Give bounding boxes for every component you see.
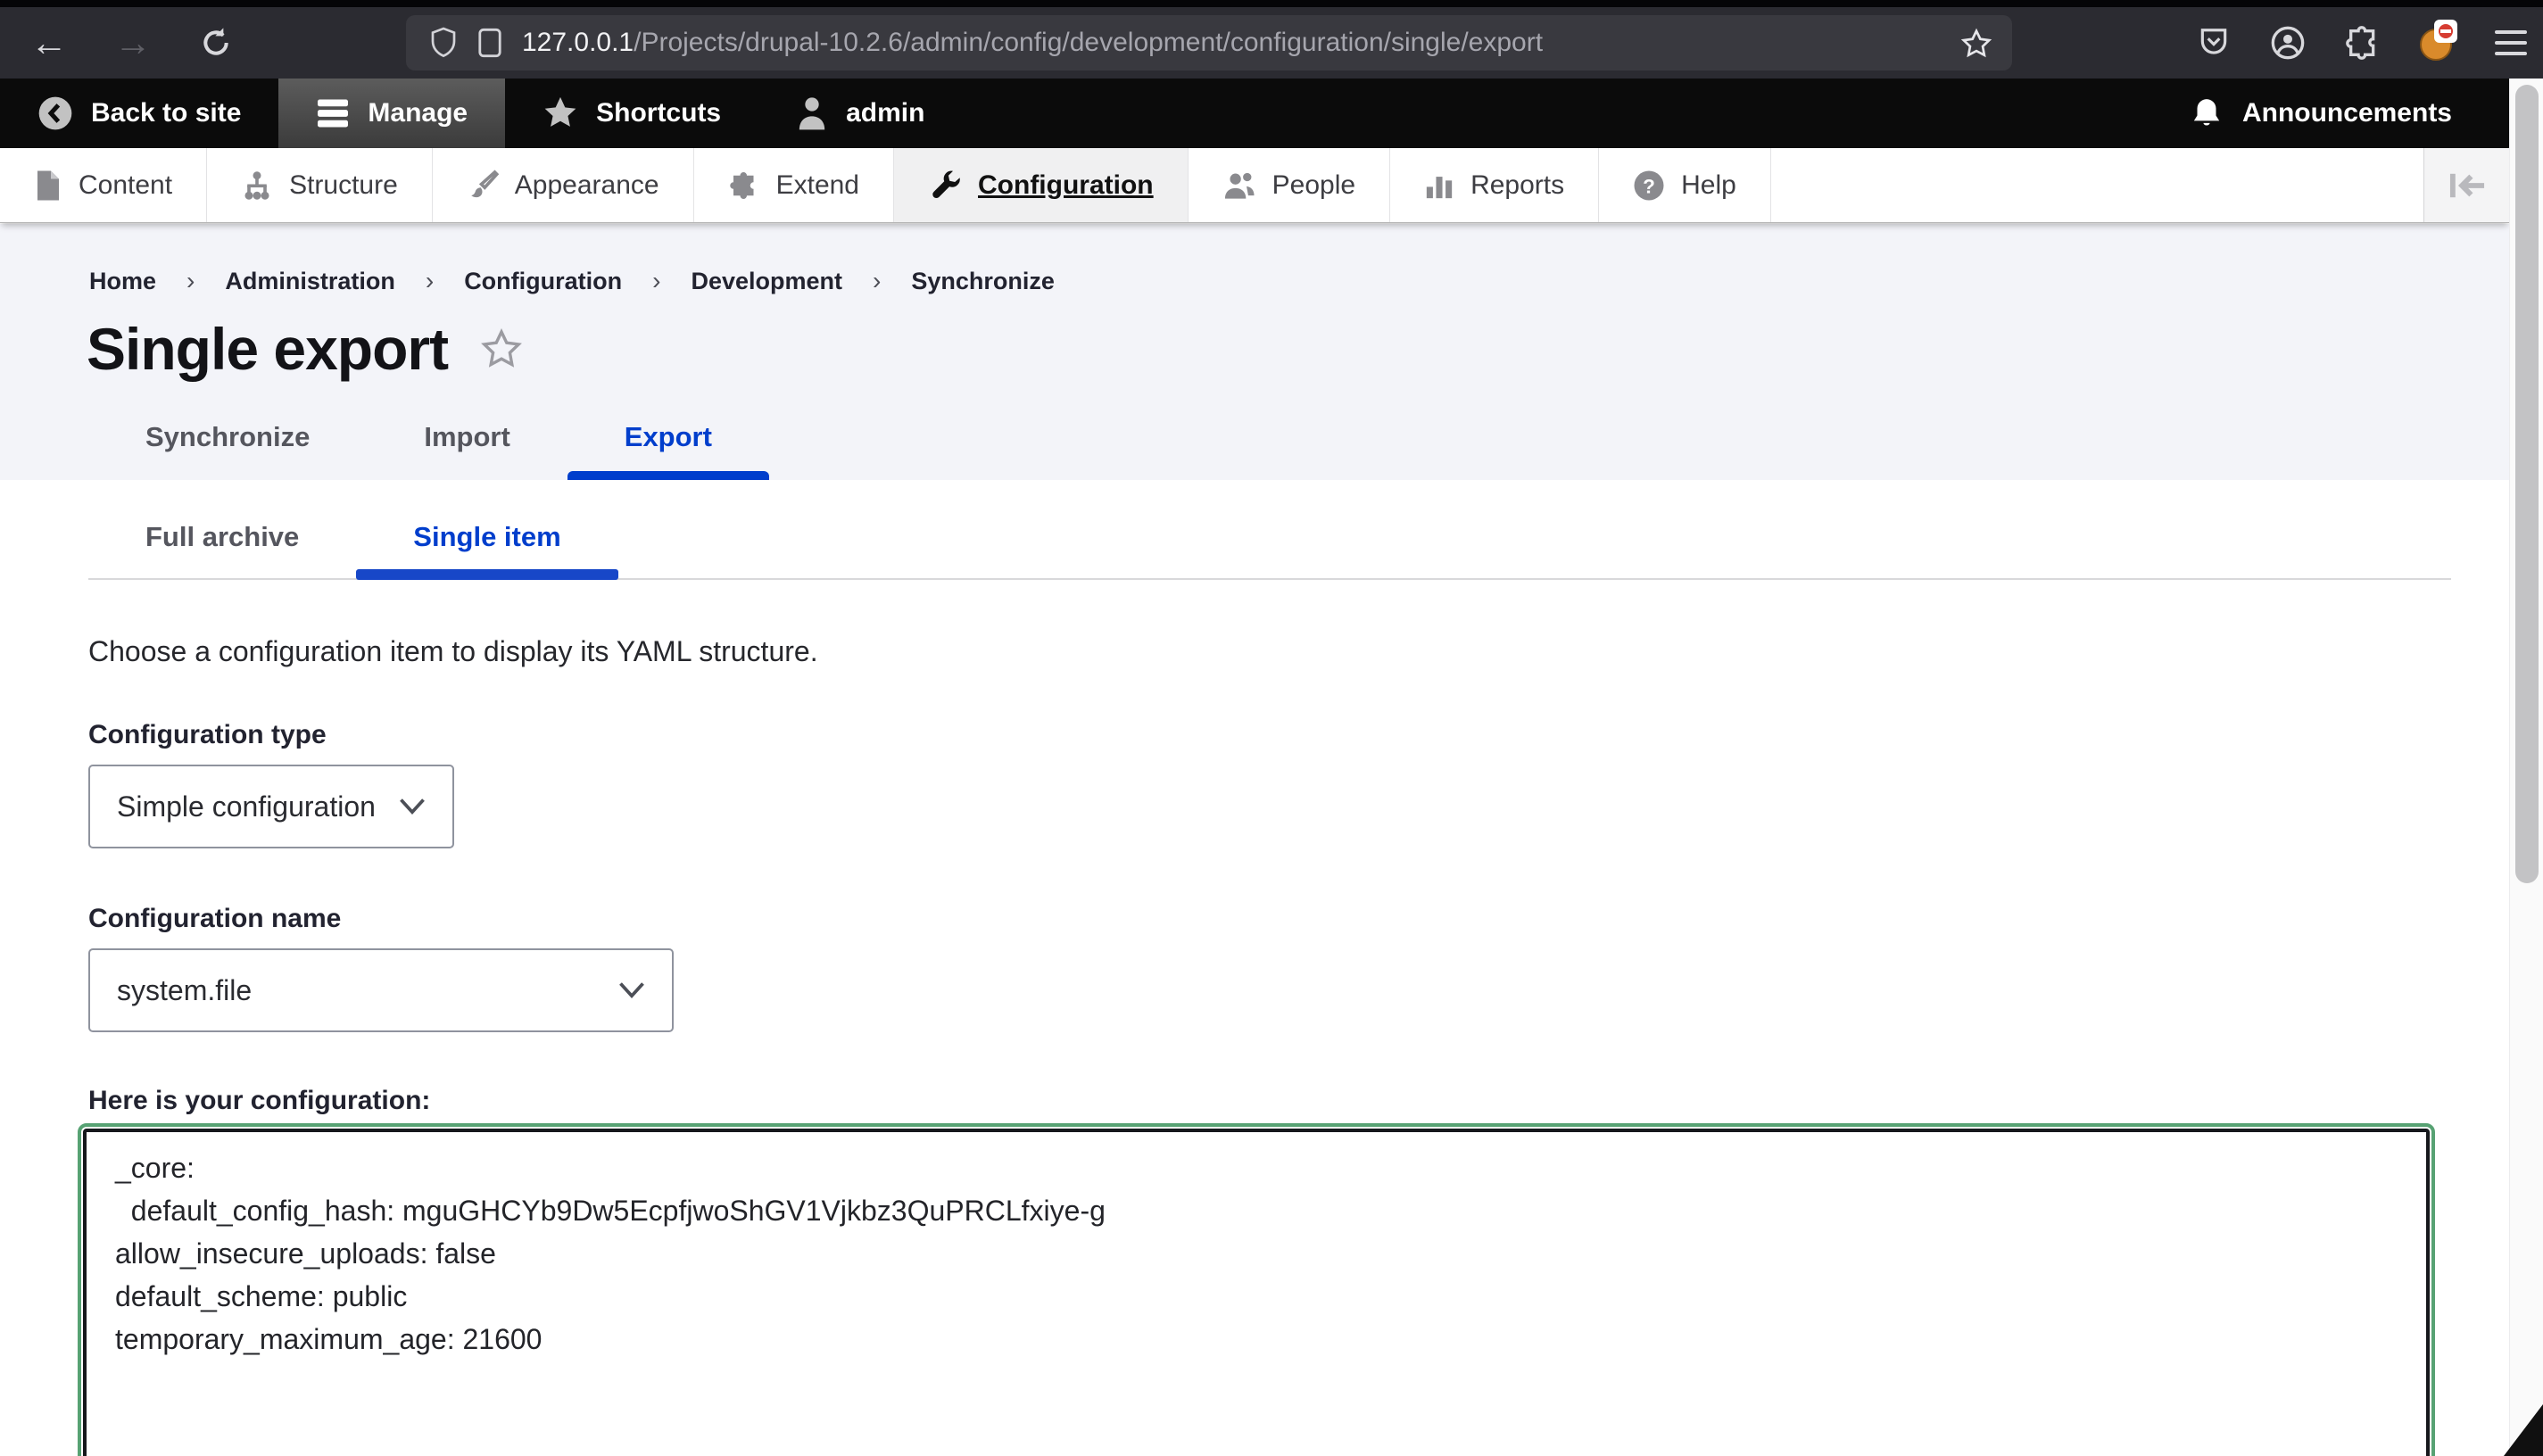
menu-label: Appearance <box>515 170 659 201</box>
browser-menu-icon[interactable] <box>2495 30 2527 55</box>
admin-user-button[interactable]: admin <box>758 79 962 148</box>
page-scrollbar[interactable] <box>2509 79 2543 1456</box>
config-type-label: Configuration type <box>88 720 2543 750</box>
extensions-puzzle-icon[interactable] <box>2345 25 2381 61</box>
announcements-label: Announcements <box>2242 98 2452 128</box>
address-bar[interactable]: 127.0.0.1/Projects/drupal-10.2.6/admin/c… <box>406 15 2012 70</box>
back-to-site-link[interactable]: Back to site <box>0 79 278 148</box>
browser-extension-icon[interactable] <box>2420 25 2456 61</box>
breadcrumb-link-development[interactable]: Development <box>691 268 842 295</box>
tab-synchronize[interactable]: Synchronize <box>88 421 367 480</box>
menu-item-people[interactable]: People <box>1189 148 1390 222</box>
svg-text:?: ? <box>1643 175 1655 197</box>
config-output-label: Here is your configuration: <box>88 1086 2543 1116</box>
tab-full-archive[interactable]: Full archive <box>88 480 356 578</box>
menu-item-appearance[interactable]: Appearance <box>433 148 694 222</box>
browser-back-button[interactable]: ← <box>30 24 68 62</box>
config-type-select[interactable]: Simple configuration <box>88 765 454 848</box>
breadcrumb-link-home[interactable]: Home <box>89 268 156 295</box>
bell-icon <box>2189 95 2224 131</box>
announcements-button[interactable]: Announcements <box>2151 79 2509 148</box>
menu-item-structure[interactable]: Structure <box>207 148 433 222</box>
menu-item-reports[interactable]: Reports <box>1390 148 1599 222</box>
pocket-save-icon[interactable] <box>2197 26 2231 60</box>
drupal-admin-menu: Content Structure Appearance Extend Conf… <box>0 148 2509 223</box>
url-path: /Projects/drupal-10.2.6/admin/config/dev… <box>634 28 1543 57</box>
tab-single-item[interactable]: Single item <box>356 480 617 578</box>
admin-user-label: admin <box>846 98 924 128</box>
menu-item-extend[interactable]: Extend <box>694 148 894 222</box>
breadcrumb-separator: › <box>186 267 195 295</box>
breadcrumb: Home › Administration › Configuration › … <box>0 224 2543 295</box>
menu-label: People <box>1272 170 1355 201</box>
secondary-tabs: Full archive Single item <box>88 480 2451 580</box>
main-content: Full archive Single item Choose a config… <box>0 480 2543 1456</box>
mouse-cursor <box>2504 1404 2543 1456</box>
page-header: Home › Administration › Configuration › … <box>0 224 2543 480</box>
tab-export[interactable]: Export <box>567 421 769 480</box>
menu-item-help[interactable]: ? Help <box>1599 148 1771 222</box>
manage-label: Manage <box>368 98 468 128</box>
menu-collapse-button[interactable] <box>2423 148 2509 222</box>
user-icon <box>796 95 828 131</box>
breadcrumb-link-administration[interactable]: Administration <box>225 268 395 295</box>
menu-label: Structure <box>289 170 398 201</box>
chevron-down-icon <box>618 981 645 999</box>
configuration-wrench-icon <box>928 169 962 203</box>
extend-puzzle-icon <box>728 170 760 202</box>
primary-tabs: Synchronize Import Export <box>88 421 769 480</box>
menu-label: Reports <box>1470 170 1564 201</box>
config-name-label: Configuration name <box>88 904 2543 934</box>
chevron-left-circle-icon <box>37 95 73 131</box>
browser-forward-button[interactable]: → <box>114 24 152 62</box>
browser-reload-button[interactable] <box>198 25 234 61</box>
bookmark-star-icon[interactable] <box>1960 28 1992 60</box>
menu-label: Extend <box>776 170 859 201</box>
structure-sitemap-icon <box>241 170 273 202</box>
page-title: Single export <box>87 315 448 383</box>
page-info-icon[interactable] <box>477 28 502 58</box>
shortcuts-label: Shortcuts <box>596 98 721 128</box>
star-icon <box>543 96 578 130</box>
breadcrumb-link-configuration[interactable]: Configuration <box>464 268 622 295</box>
breadcrumb-link-synchronize[interactable]: Synchronize <box>911 268 1055 295</box>
content-file-icon <box>34 170 62 202</box>
drupal-admin-toolbar: Back to site Manage Shortcuts admin Ann <box>0 79 2509 148</box>
menu-item-configuration[interactable]: Configuration <box>894 148 1189 222</box>
yaml-output-textarea[interactable]: _core: default_config_hash: mguGHCYb9Dw5… <box>83 1129 2430 1456</box>
breadcrumb-separator: › <box>426 267 434 295</box>
shortcuts-button[interactable]: Shortcuts <box>505 79 758 148</box>
help-question-icon: ? <box>1633 170 1665 202</box>
config-name-select[interactable]: system.file <box>88 948 674 1032</box>
people-icon <box>1222 170 1256 202</box>
screen: ← → 127.0.0.1/Projects/drupal-10.2.6/adm… <box>0 0 2543 1456</box>
back-to-site-label: Back to site <box>91 98 241 128</box>
chevron-down-icon <box>399 798 426 815</box>
menu-label: Help <box>1681 170 1736 201</box>
hamburger-icon <box>316 98 350 128</box>
url-host: 127.0.0.1 <box>522 28 634 57</box>
tab-import[interactable]: Import <box>367 421 567 480</box>
breadcrumb-separator: › <box>873 267 881 295</box>
manage-menu-button[interactable]: Manage <box>278 79 505 148</box>
menu-item-content[interactable]: Content <box>0 148 207 222</box>
reports-chart-icon <box>1424 170 1454 201</box>
window-top-edge <box>0 0 2543 7</box>
collapse-arrow-icon <box>2448 170 2487 201</box>
menu-label: Content <box>79 170 172 201</box>
url-text[interactable]: 127.0.0.1/Projects/drupal-10.2.6/admin/c… <box>522 28 1543 58</box>
scrollbar-thumb[interactable] <box>2515 85 2539 883</box>
intro-text: Choose a configuration item to display i… <box>88 635 2543 668</box>
breadcrumb-separator: › <box>652 267 660 295</box>
appearance-brush-icon <box>467 170 499 202</box>
config-type-value: Simple configuration <box>117 790 376 823</box>
config-name-value: system.file <box>117 974 252 1007</box>
shortcut-star-icon[interactable] <box>480 327 523 370</box>
tracking-shield-icon[interactable] <box>429 27 458 59</box>
menu-label: Configuration <box>978 170 1154 201</box>
account-icon[interactable] <box>2270 25 2306 61</box>
browser-toolbar: ← → 127.0.0.1/Projects/drupal-10.2.6/adm… <box>0 7 2543 79</box>
